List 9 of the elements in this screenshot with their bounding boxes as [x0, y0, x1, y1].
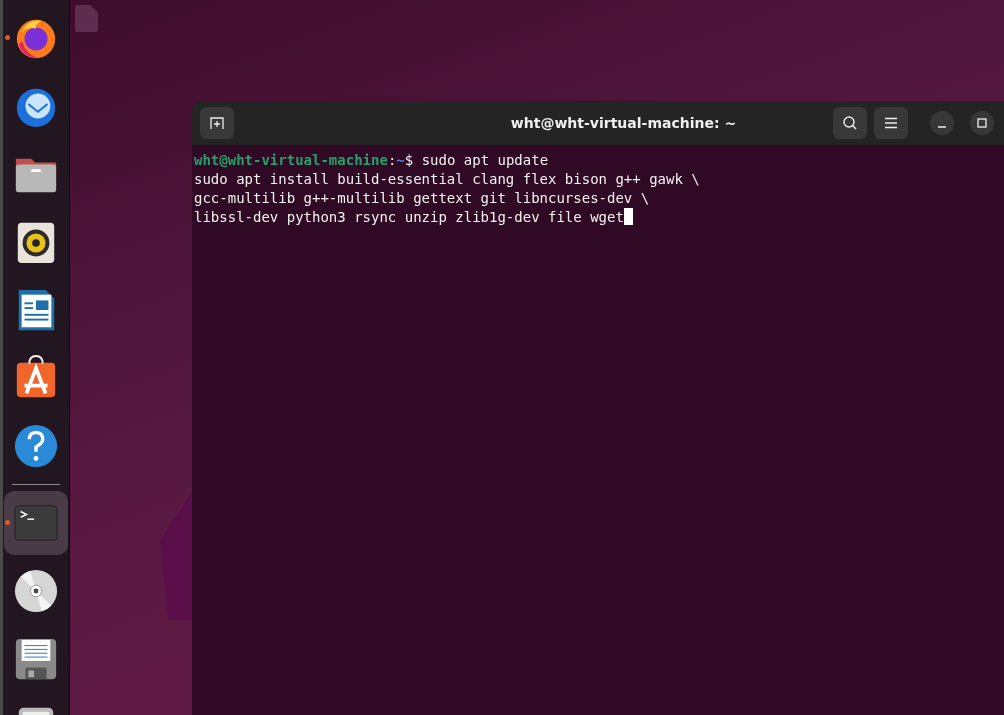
window-title: wht@wht-virtual-machine: ~: [509, 115, 738, 131]
prompt-symbol: $: [404, 152, 414, 168]
prompt-separator: :: [387, 152, 397, 168]
command-text: gcc-multilib g++-multilib gettext git libncurses-dev \: [194, 190, 650, 206]
prompt-user-host: wht@wht-virtual-machine: [194, 152, 388, 168]
prompt-path: ~: [396, 152, 405, 168]
command-text: sudo apt install build-essential clang flex bison g++ gawk \: [194, 171, 700, 187]
command-text: libssl-dev python3 rsync unzip zlib1g-dev file wget: [194, 209, 624, 225]
command-text: sudo apt update: [421, 152, 549, 168]
